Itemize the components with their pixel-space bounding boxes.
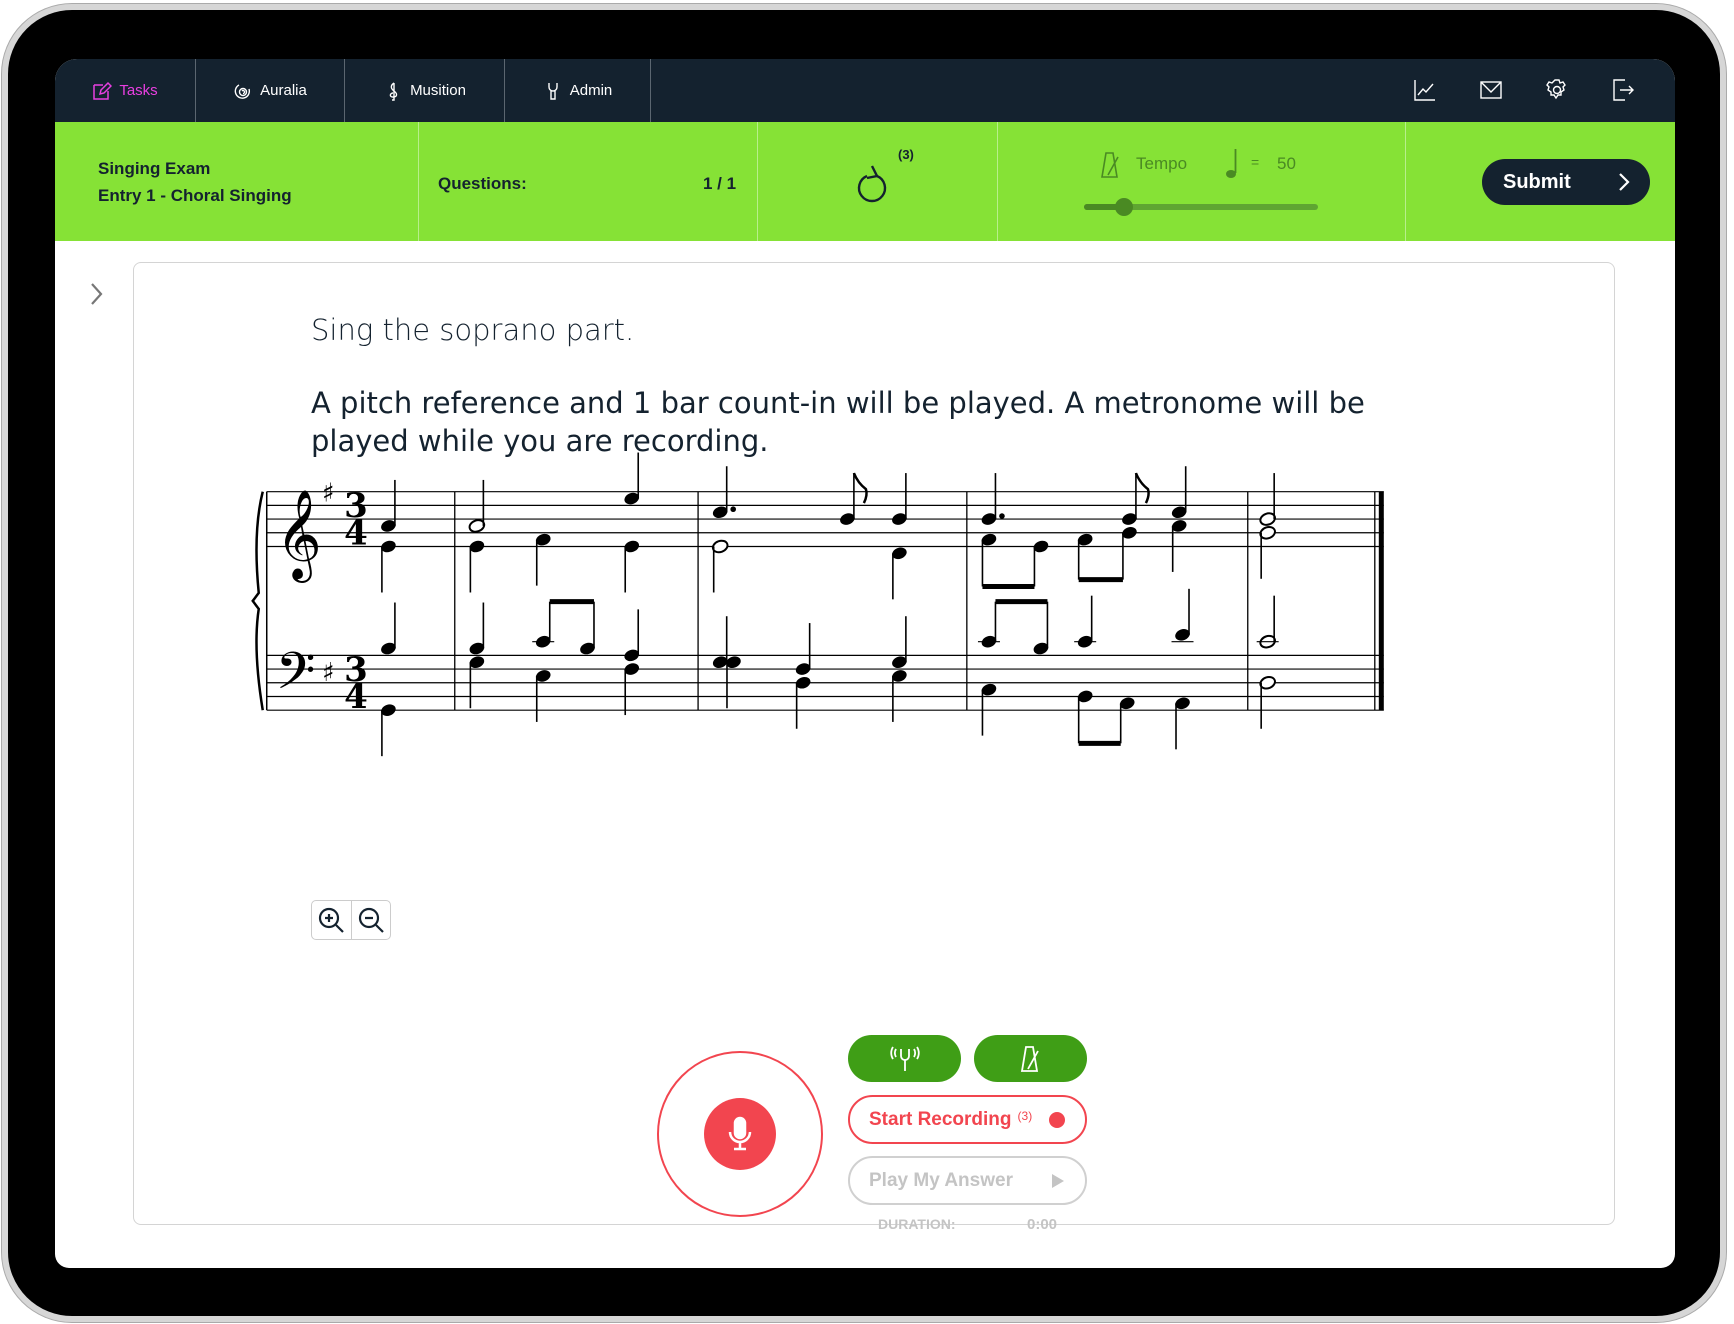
note-flag [1134, 472, 1150, 504]
questions-label: Questions: [438, 174, 527, 193]
submit-button[interactable]: Submit [1482, 159, 1650, 205]
logout-icon[interactable] [1610, 77, 1636, 103]
nav-admin[interactable]: Admin [505, 59, 651, 122]
time-signature: 4 [344, 513, 368, 553]
top-nav: Tasks Auralia Musition Admin [55, 59, 1675, 122]
exam-subtitle: Entry 1 - Choral Singing [98, 186, 292, 205]
quarter-note-icon [1226, 149, 1237, 178]
pitch-reference-button[interactable] [848, 1035, 961, 1082]
metronome-icon [1020, 1045, 1039, 1072]
pencil-square-icon [93, 81, 113, 100]
sidebar-expand-chevron-icon[interactable] [89, 282, 105, 306]
zoom-in-icon [319, 907, 345, 933]
slider-knob[interactable] [1114, 198, 1133, 216]
nav-musition[interactable]: Musition [345, 59, 505, 122]
brace [251, 491, 264, 711]
tempo-equals: = [1251, 154, 1260, 170]
retry-count: (3) [898, 147, 914, 162]
music-score: 𝄞𝄢♯♯3434 [251, 452, 1384, 757]
zoom-in-button[interactable] [312, 901, 352, 939]
nav-label: Auralia [260, 82, 307, 99]
start-recording-label: Start Recording [869, 1108, 1012, 1130]
record-dot-icon [1049, 1112, 1065, 1128]
time-signature: 4 [344, 677, 368, 717]
questions-value: 1 / 1 [703, 174, 737, 193]
play-answer-button[interactable]: Play My Answer [848, 1156, 1087, 1205]
nav-auralia[interactable]: Auralia [196, 59, 345, 122]
nav-label: Tasks [119, 82, 158, 99]
microphone-icon [728, 1116, 752, 1151]
recording-attempts: (3) [1017, 1108, 1033, 1123]
sharp-key-signature: ♯ [322, 479, 335, 509]
nav-label: Admin [569, 82, 613, 99]
exam-header: Singing Exam Entry 1 - Choral Singing Qu… [55, 122, 1675, 241]
mail-icon[interactable] [1478, 77, 1504, 103]
zoom-out-button[interactable] [352, 901, 391, 939]
tuning-fork-icon [889, 1046, 920, 1071]
ear-icon [234, 83, 251, 99]
final-barline [1378, 491, 1384, 711]
tempo-value: 50 [1277, 154, 1296, 173]
score-zoom-controls [311, 900, 391, 940]
question-card: Sing the soprano part. A pitch reference… [133, 262, 1615, 1233]
duration-label: DURATION: [878, 1216, 956, 1232]
submit-label: Submit [1503, 170, 1571, 193]
start-recording-button[interactable]: Start Recording (3) [848, 1095, 1087, 1144]
sharp-key-signature: ♯ [322, 658, 335, 688]
chevron-right-icon [1619, 173, 1630, 191]
bass-clef: 𝄢 [276, 640, 316, 713]
treble-clef: 𝄞 [276, 489, 322, 583]
exam-title: Singing Exam [98, 159, 211, 178]
wrench-icon [548, 82, 558, 100]
metronome-icon [1101, 152, 1119, 178]
zoom-out-icon [358, 907, 384, 933]
chart-icon[interactable] [1412, 77, 1438, 103]
gear-icon[interactable] [1544, 77, 1570, 103]
app-screen: Tasks Auralia Musition Admin Singing Exa… [55, 59, 1675, 1268]
note-flag [852, 472, 868, 504]
tempo-label: Tempo [1136, 154, 1188, 173]
tempo-slider[interactable] [1084, 198, 1318, 216]
note-dot [999, 513, 1005, 519]
metronome-button[interactable] [974, 1035, 1087, 1082]
treble-clef-icon [389, 81, 398, 101]
duration-value: 0:00 [1027, 1216, 1058, 1233]
nav-label: Musition [410, 82, 466, 99]
play-icon [1052, 1174, 1064, 1188]
play-answer-label: Play My Answer [869, 1169, 1013, 1191]
retry-icon[interactable] [855, 162, 891, 204]
record-button-large[interactable] [657, 1051, 823, 1217]
note-dot [730, 506, 736, 513]
nav-tasks[interactable]: Tasks [55, 59, 196, 122]
